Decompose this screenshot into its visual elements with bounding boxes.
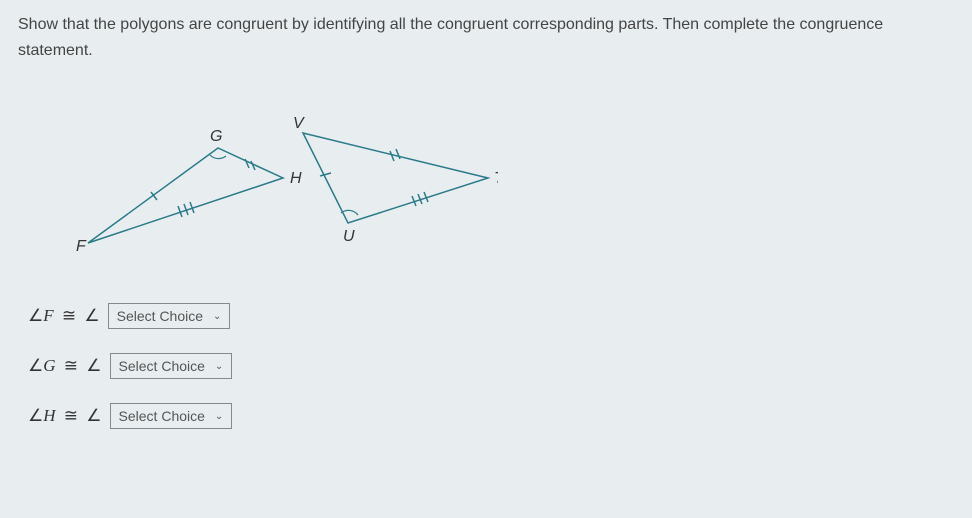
question-text: Show that the polygons are congruent by …	[18, 12, 954, 63]
triangle-fgh: F G H	[76, 128, 302, 255]
chevron-down-icon: ⌄	[215, 361, 223, 372]
select-label: Select Choice	[119, 408, 205, 424]
lhs-f: ∠F ≅ ∠	[28, 306, 100, 326]
label-h: H	[290, 170, 302, 187]
select-label: Select Choice	[117, 308, 203, 324]
answer-row-f: ∠F ≅ ∠ Select Choice ⌄	[28, 303, 954, 329]
answer-row-g: ∠G ≅ ∠ Select Choice ⌄	[28, 353, 954, 379]
triangles-diagram: F G H V U T	[58, 93, 954, 278]
chevron-down-icon: ⌄	[215, 411, 223, 422]
select-choice-g[interactable]: Select Choice ⌄	[110, 353, 233, 379]
label-g: G	[210, 128, 222, 145]
label-v: V	[293, 115, 305, 132]
label-t: T	[494, 170, 498, 187]
answer-row-h: ∠H ≅ ∠ Select Choice ⌄	[28, 403, 954, 429]
triangle-vut: V U T	[293, 115, 498, 245]
answers-section: ∠F ≅ ∠ Select Choice ⌄ ∠G ≅ ∠ Select Cho…	[28, 303, 954, 429]
chevron-down-icon: ⌄	[213, 311, 221, 322]
label-f: F	[76, 238, 87, 255]
label-u: U	[343, 228, 355, 245]
select-label: Select Choice	[119, 358, 205, 374]
lhs-h: ∠H ≅ ∠	[28, 406, 102, 426]
select-choice-h[interactable]: Select Choice ⌄	[110, 403, 233, 429]
lhs-g: ∠G ≅ ∠	[28, 356, 102, 376]
select-choice-f[interactable]: Select Choice ⌄	[108, 303, 231, 329]
